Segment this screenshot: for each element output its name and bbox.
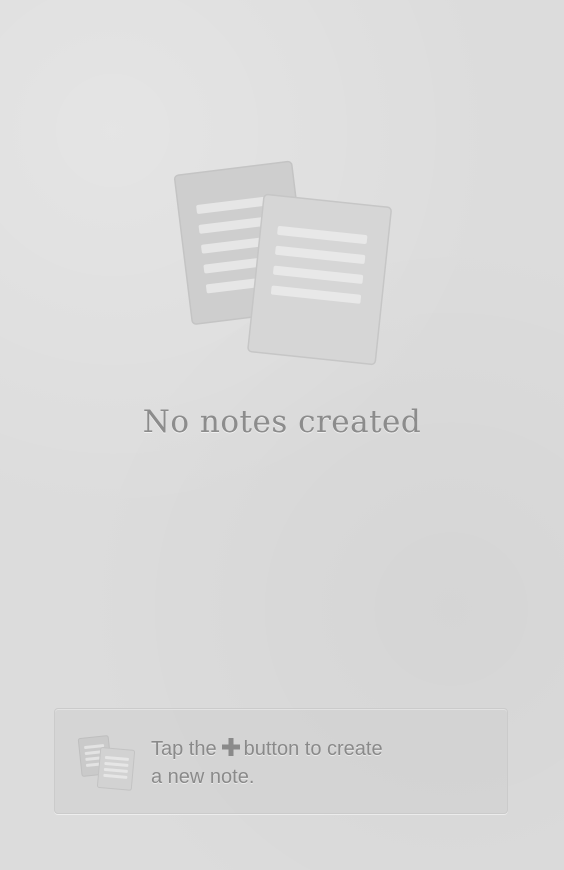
hint-text-after: button to create (243, 738, 383, 760)
empty-state-title: No notes created (142, 404, 422, 440)
hint-message: Tap the button to create a new note. (151, 735, 491, 791)
create-note-hint: Tap the button to create a new note. (54, 708, 508, 814)
hint-text-before: Tap the (151, 738, 217, 760)
notes-empty-screen: No notes created Tap the button to create… (0, 0, 564, 870)
hint-text-line2: a new note. (151, 766, 255, 788)
plus-icon (221, 738, 240, 756)
documents-icon (173, 160, 392, 366)
documents-icon (77, 735, 136, 791)
